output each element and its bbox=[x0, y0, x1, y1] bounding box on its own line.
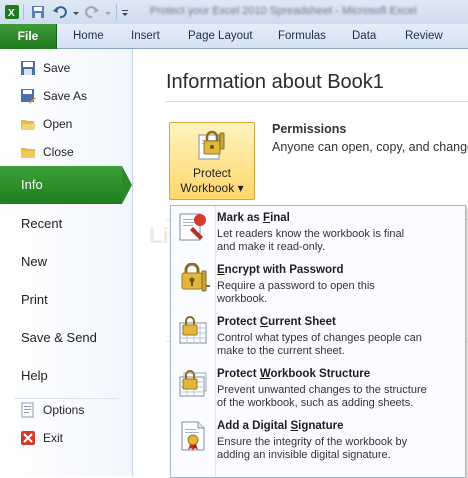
menu-item-encrypt-with-password[interactable]: Encrypt with Password Require a password… bbox=[171, 259, 465, 311]
page-title: Information about Book1 bbox=[166, 71, 384, 93]
close-folder-icon bbox=[20, 144, 36, 160]
nav-open-label: Open bbox=[43, 117, 73, 131]
excel-app-icon[interactable]: X bbox=[4, 4, 20, 20]
nav-close[interactable]: Close bbox=[0, 138, 131, 166]
menu-item-description: Prevent unwanted changes to the structur… bbox=[217, 384, 427, 409]
digital-signature-icon bbox=[176, 419, 212, 453]
mark-final-icon bbox=[176, 211, 212, 245]
title-bar: X Protect your Excel 2010 Spreadsheet - … bbox=[0, 0, 468, 25]
protect-workbook-button[interactable]: Protect Workbook ▾ bbox=[169, 122, 255, 200]
permissions-title: Permissions bbox=[272, 122, 347, 136]
menu-item-title: Add a Digital Signature bbox=[217, 420, 344, 432]
nav-options[interactable]: Options bbox=[0, 396, 131, 424]
window-title: Protect your Excel 2010 Spreadsheet - Mi… bbox=[150, 5, 417, 17]
save-icon bbox=[20, 60, 36, 76]
backstage-nav: Save Save As Open Close Info Recent New … bbox=[0, 49, 133, 476]
menu-item-title: Protect Workbook Structure bbox=[217, 368, 371, 380]
protect-button-line1: Protect bbox=[192, 166, 231, 180]
nav-save-send[interactable]: Save & Send bbox=[0, 319, 131, 357]
nav-recent-label: Recent bbox=[21, 216, 63, 231]
protect-button-line2: Workbook ▾ bbox=[180, 181, 244, 195]
menu-item-protect-workbook-structure[interactable]: Protect Workbook Structure Prevent unwan… bbox=[171, 363, 465, 415]
nav-help[interactable]: Help bbox=[0, 357, 131, 395]
tab-home[interactable]: Home bbox=[73, 24, 104, 48]
nav-help-label: Help bbox=[21, 368, 48, 383]
undo-dropdown-icon[interactable] bbox=[72, 4, 80, 20]
nav-info-label: Info bbox=[21, 177, 43, 192]
menu-item-title: Mark as Final bbox=[217, 212, 290, 224]
nav-close-label: Close bbox=[43, 145, 74, 159]
dropdown-arrow-icon: ▾ bbox=[237, 181, 244, 195]
redo-icon[interactable] bbox=[84, 4, 100, 20]
open-folder-icon bbox=[20, 116, 36, 132]
nav-new-label: New bbox=[21, 254, 48, 269]
encrypt-lock-icon bbox=[176, 262, 212, 297]
save-icon[interactable] bbox=[30, 4, 46, 20]
menu-item-description: Control what types of changes people can… bbox=[217, 332, 422, 357]
nav-exit[interactable]: Exit bbox=[0, 424, 131, 452]
tab-data[interactable]: Data bbox=[352, 24, 376, 48]
tab-page-layout[interactable]: Page Layout bbox=[188, 24, 253, 48]
menu-item-title: Encrypt with Password bbox=[217, 264, 344, 276]
menu-item-mark-as-final[interactable]: Mark as Final Let readers know the workb… bbox=[171, 207, 465, 259]
nav-exit-label: Exit bbox=[43, 431, 64, 445]
tab-review[interactable]: Review bbox=[405, 24, 443, 48]
nav-save-send-label: Save & Send bbox=[21, 330, 97, 345]
nav-save[interactable]: Save bbox=[0, 54, 131, 82]
nav-save-label: Save bbox=[43, 61, 71, 75]
permissions-description: Anyone can open, copy, and change bbox=[272, 140, 468, 154]
nav-recent[interactable]: Recent bbox=[0, 205, 131, 243]
nav-save-as[interactable]: Save As bbox=[0, 82, 131, 110]
nav-save-as-label: Save As bbox=[43, 89, 88, 103]
options-icon bbox=[20, 402, 36, 418]
svg-text:X: X bbox=[8, 8, 15, 19]
nav-print-label: Print bbox=[21, 292, 48, 307]
save-as-icon bbox=[20, 88, 36, 104]
menu-item-title: Protect Current Sheet bbox=[217, 316, 336, 328]
menu-item-description: Require a password to open this workbook. bbox=[217, 280, 375, 305]
heading-divider bbox=[166, 101, 468, 102]
nav-options-label: Options bbox=[43, 403, 85, 417]
redo-dropdown-icon[interactable] bbox=[104, 4, 112, 20]
protect-structure-icon bbox=[176, 367, 212, 401]
customize-icon[interactable] bbox=[120, 4, 130, 20]
menu-item-description: Ensure the integrity of the workbook by a… bbox=[217, 436, 408, 461]
active-indicator bbox=[122, 166, 132, 204]
tab-file[interactable]: File bbox=[0, 24, 57, 49]
nav-new[interactable]: New bbox=[0, 243, 131, 281]
undo-icon[interactable] bbox=[52, 4, 68, 20]
menu-item-protect-current-sheet[interactable]: Protect Current Sheet Control what types… bbox=[171, 311, 465, 363]
nav-print[interactable]: Print bbox=[0, 281, 131, 319]
protect-sheet-icon bbox=[176, 315, 212, 349]
protect-workbook-menu: Mark as Final Let readers know the workb… bbox=[170, 205, 466, 478]
menu-item-description: Let readers know the workbook is final an… bbox=[217, 228, 405, 253]
nav-info[interactable]: Info bbox=[0, 166, 132, 204]
nav-open[interactable]: Open bbox=[0, 110, 131, 138]
exit-icon bbox=[20, 430, 36, 446]
tab-formulas[interactable]: Formulas bbox=[278, 24, 326, 48]
tab-insert[interactable]: Insert bbox=[131, 24, 160, 48]
lock-document-icon bbox=[193, 129, 229, 161]
menu-item-add-digital-signature[interactable]: Add a Digital Signature Ensure the integ… bbox=[171, 415, 465, 467]
